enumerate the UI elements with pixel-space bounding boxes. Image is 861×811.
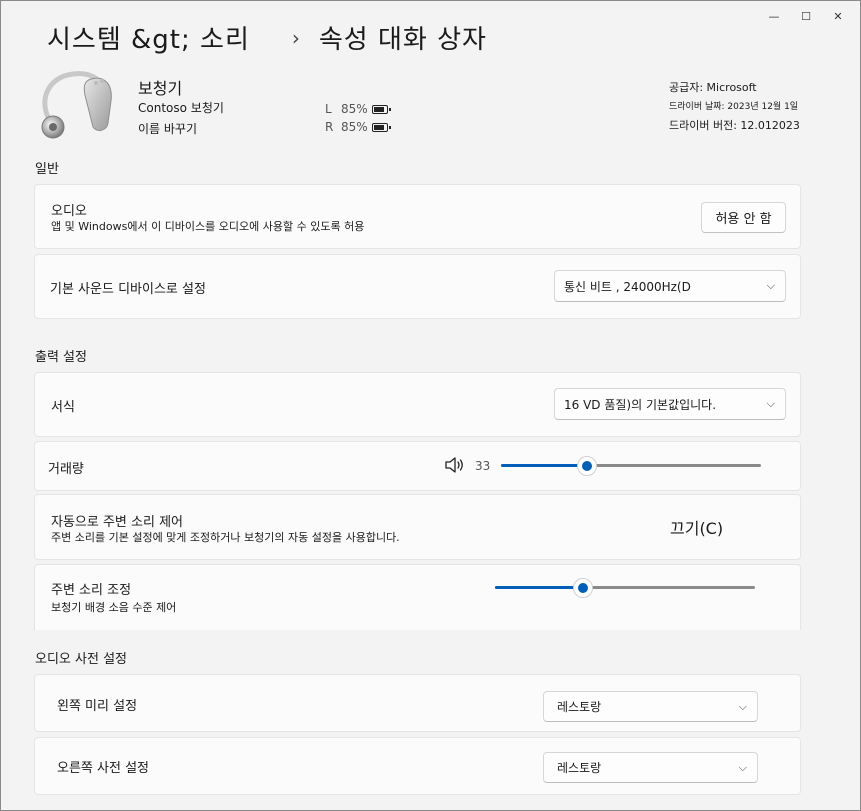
left-preset-dropdown[interactable]: 레스토랑 ⌵ (543, 691, 758, 722)
page-title: 속성 대화 상자 (318, 25, 487, 55)
speaker-icon[interactable] (444, 455, 466, 475)
ambient-adjust-title: 주변 소리 조정 (51, 583, 132, 598)
ambient-control-title: 자동으로 주변 소리 제어 (51, 515, 183, 530)
battery-side-label: L (325, 102, 332, 116)
maximize-button[interactable]: ☐ (790, 5, 822, 27)
right-preset-value: 레스토랑 (557, 761, 602, 775)
format-card: 서식 16 VD 품질)의 기본값입니다. ⌵ (34, 372, 801, 437)
right-preset-dropdown[interactable]: 레스토랑 ⌵ (543, 752, 758, 783)
battery-percent: 85% (341, 120, 368, 134)
volume-value: 33 (475, 459, 491, 473)
left-preset-card: 왼쪽 미리 설정 레스토랑 ⌵ (34, 674, 801, 732)
rename-link[interactable]: 이름 바꾸기 (138, 120, 197, 137)
battery-icon (371, 105, 391, 114)
battery-icon (371, 123, 391, 132)
driver-date-info: 드라이버 날짜: 2023년 12월 1일 (669, 102, 799, 112)
battery-left: L 85% (325, 102, 391, 116)
ambient-adjust-card: 주변 소리 조정 보청기 배경 소음 수준 제어 (34, 564, 801, 630)
device-name: 보청기 (138, 79, 183, 98)
format-title: 서식 (51, 400, 75, 415)
chevron-down-icon: ⌵ (738, 760, 747, 774)
hearing-aid-icon (35, 71, 115, 147)
audio-title: 오디오 (51, 204, 87, 219)
default-device-value: 통신 비트 , 24000Hz(D (564, 279, 691, 294)
format-value: 16 VD 품질)의 기본값입니다. (564, 397, 717, 412)
chevron-down-icon: ⌵ (766, 279, 775, 292)
left-preset-value: 레스토랑 (557, 700, 602, 714)
chevron-right-icon: › (291, 25, 301, 50)
audio-card: 오디오 앱 및 Windows에서 이 디바이스를 오디오에 사용할 수 있도록… (34, 184, 801, 249)
default-device-dropdown[interactable]: 통신 비트 , 24000Hz(D ⌵ (554, 270, 786, 302)
minimize-button[interactable]: — (758, 5, 790, 27)
section-general: 일반 (35, 162, 59, 177)
slider-fill (495, 586, 584, 589)
slider-thumb[interactable] (573, 577, 594, 598)
section-presets: 오디오 사전 설정 (35, 652, 127, 667)
ambient-control-card: 자동으로 주변 소리 제어 주변 소리를 기본 설정에 맞게 조정하거나 보청기… (34, 494, 801, 560)
provider-info: 공급자: Microsoft (669, 81, 757, 94)
window-controls: — ☐ ✕ (758, 5, 854, 27)
settings-window: — ☐ ✕ 시스템 &gt; 소리 › 속성 대화 상자 보청기 Contoso… (0, 0, 861, 811)
section-output: 출력 설정 (35, 350, 87, 365)
battery-percent: 85% (341, 102, 368, 116)
ambient-control-toggle-state[interactable]: 끄기(C) (670, 515, 723, 539)
battery-right: R 85% (325, 120, 391, 134)
driver-version-info: 드라이버 버전: 12.012023 (669, 119, 800, 132)
ambient-control-description: 주변 소리를 기본 설정에 맞게 조정하거나 보청기의 자동 설정을 사용합니다… (51, 531, 400, 544)
right-preset-title: 오른쪽 사전 설정 (57, 761, 149, 776)
format-dropdown[interactable]: 16 VD 품질)의 기본값입니다. ⌵ (554, 388, 786, 420)
audio-description: 앱 및 Windows에서 이 디바이스를 오디오에 사용할 수 있도록 허용 (51, 220, 365, 233)
chevron-down-icon: ⌵ (738, 699, 747, 713)
slider-thumb[interactable] (576, 455, 597, 476)
volume-slider[interactable] (501, 455, 761, 476)
slider-fill (501, 464, 587, 467)
close-button[interactable]: ✕ (822, 5, 854, 27)
ambient-slider[interactable] (495, 577, 755, 598)
chevron-down-icon: ⌵ (766, 397, 775, 410)
breadcrumb: 시스템 &gt; 소리 › 속성 대화 상자 (47, 19, 487, 56)
device-model: Contoso 보청기 (138, 101, 224, 115)
volume-title: 거래량 (48, 462, 84, 477)
default-device-card: 기본 사운드 디바이스로 설정 통신 비트 , 24000Hz(D ⌵ (34, 254, 801, 319)
disallow-button[interactable]: 허용 안 함 (701, 202, 786, 233)
volume-card: 거래량 33 (34, 441, 801, 491)
left-preset-title: 왼쪽 미리 설정 (57, 699, 138, 714)
battery-side-label: R (325, 120, 334, 134)
default-device-title: 기본 사운드 디바이스로 설정 (50, 282, 206, 297)
breadcrumb-parent[interactable]: 시스템 &gt; 소리 (47, 19, 250, 56)
right-preset-card: 오른쪽 사전 설정 레스토랑 ⌵ (34, 737, 801, 795)
ambient-adjust-description: 보청기 배경 소음 수준 제어 (51, 601, 177, 614)
